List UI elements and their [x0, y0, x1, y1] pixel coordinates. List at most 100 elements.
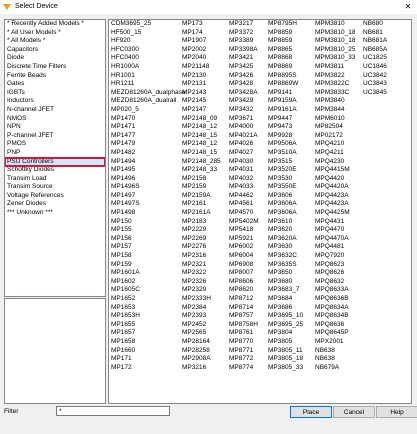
category-item[interactable]: IGBTs	[5, 89, 105, 98]
model-item[interactable]: MP3805_11	[268, 347, 303, 356]
model-item[interactable]: MP5418	[229, 226, 259, 235]
model-item[interactable]	[363, 166, 387, 175]
model-item[interactable]	[363, 158, 387, 167]
model-item[interactable]: MP28164	[182, 338, 221, 347]
model-item[interactable]: MP171	[111, 355, 185, 364]
model-item[interactable]: MP2147	[182, 106, 221, 115]
model-item[interactable]: MPQ4470A	[315, 235, 355, 244]
model-item[interactable]: MPM3810	[315, 20, 355, 29]
help-button[interactable]: Help	[376, 406, 417, 418]
model-item[interactable]: MPQ4210	[315, 140, 355, 149]
model-item[interactable]: HF920	[111, 37, 185, 46]
model-item[interactable]: NB638	[315, 355, 355, 364]
model-item[interactable]: MPM3810_25	[315, 46, 355, 55]
model-item[interactable]: MPQ4481	[315, 243, 355, 252]
model-item[interactable]: MP2145	[182, 97, 221, 106]
model-item[interactable]: MPQ4423A	[315, 200, 355, 209]
model-item[interactable]: MP4000	[229, 123, 259, 132]
model-item[interactable]: MP3804	[268, 329, 303, 338]
model-item[interactable]: MP8774	[229, 364, 259, 373]
model-item[interactable]: MP2565	[182, 329, 221, 338]
model-item[interactable]: MP3695_25	[268, 321, 303, 330]
model-item[interactable]	[363, 140, 387, 149]
model-item[interactable]	[363, 286, 387, 295]
model-item[interactable]: MP8714	[229, 304, 259, 313]
model-item[interactable]: MP2183	[182, 218, 221, 227]
model-item[interactable]: MP4021A	[229, 132, 259, 141]
model-item[interactable]: MP1495	[111, 166, 185, 175]
model-item[interactable]: MP3217	[229, 20, 259, 29]
model-item[interactable]: HR1211	[111, 80, 185, 89]
model-item[interactable]: MP8712	[229, 295, 259, 304]
model-item[interactable]: MP3530	[268, 175, 303, 184]
model-item[interactable]: MP3428A	[229, 89, 259, 98]
model-item[interactable]: MP1660	[111, 347, 185, 356]
model-item[interactable]: MP3635S	[268, 261, 303, 270]
model-item[interactable]	[363, 347, 387, 356]
model-item[interactable]: MPQ4415M	[315, 166, 355, 175]
category-item[interactable]: Transim Load	[5, 175, 105, 184]
model-item[interactable]: MP3389	[229, 37, 259, 46]
model-item[interactable]: MP2131	[182, 80, 221, 89]
model-item[interactable]: MP1497	[111, 192, 185, 201]
model-item[interactable]: MP2148_12	[182, 140, 221, 149]
model-item[interactable]: MP1907	[182, 37, 221, 46]
model-item[interactable]: MP8869W	[268, 80, 303, 89]
model-item[interactable]	[363, 312, 387, 321]
model-item[interactable]	[363, 200, 387, 209]
model-item[interactable]: MP2161A	[182, 209, 221, 218]
model-item[interactable]	[363, 252, 387, 261]
model-item[interactable]	[363, 192, 387, 201]
model-item[interactable]: MP2229	[182, 226, 221, 235]
model-item[interactable]: MP8606	[229, 278, 259, 287]
model-item[interactable]	[363, 243, 387, 252]
model-item[interactable]: NB680	[363, 20, 387, 29]
model-item[interactable]: MP1602	[111, 278, 185, 287]
model-item[interactable]: MP1496S	[111, 183, 185, 192]
model-item[interactable]: MPQ4420	[315, 175, 355, 184]
model-item[interactable]	[363, 304, 387, 313]
model-item[interactable]: MPQ4420A	[315, 183, 355, 192]
model-item[interactable]	[363, 97, 387, 106]
model-item[interactable]: MP4031	[229, 166, 259, 175]
model-item[interactable]: MP1653H	[111, 312, 185, 321]
model-item[interactable]	[363, 269, 387, 278]
model-item[interactable]: MP2143	[182, 89, 221, 98]
model-item[interactable]: MP8865	[268, 46, 303, 55]
category-item[interactable]: Schottky Diodes	[5, 166, 105, 175]
model-item[interactable]: MPM3822	[315, 72, 355, 81]
model-item[interactable]: MP3805_33	[268, 364, 303, 373]
model-item[interactable]: MP3630	[268, 243, 303, 252]
model-item[interactable]: MPM3840	[315, 97, 355, 106]
model-item[interactable]: MP2148_15	[182, 132, 221, 141]
model-item[interactable]: MP2159A	[182, 192, 221, 201]
model-item[interactable]: MP3429	[229, 97, 259, 106]
model-item[interactable]: MP157	[111, 243, 185, 252]
model-item[interactable]: MP3426	[229, 72, 259, 81]
model-item[interactable]	[363, 209, 387, 218]
model-item[interactable]: MPM3833C	[315, 89, 355, 98]
category-list[interactable]: * Recently Added Models * * All User Mode…	[4, 19, 106, 297]
model-item[interactable]: MP9447	[268, 115, 303, 124]
model-item[interactable]: MP020_5	[111, 106, 185, 115]
model-item[interactable]: MP3683_7	[268, 286, 303, 295]
model-item[interactable]: MP1658	[111, 338, 185, 347]
model-item[interactable]	[363, 295, 387, 304]
model-item[interactable]: MP8758H	[229, 321, 259, 330]
model-item[interactable]: MP3398A	[229, 46, 259, 55]
model-item[interactable]: NB638	[315, 347, 355, 356]
model-item[interactable]: MP3606A	[268, 209, 303, 218]
category-item[interactable]: PMOS	[5, 140, 105, 149]
model-item[interactable]: MEZD81260A_dualrail	[111, 97, 185, 106]
model-item[interactable]: MP4570	[229, 209, 259, 218]
model-item[interactable]: NB679A	[315, 364, 355, 373]
model-item[interactable]: MP6004	[229, 252, 259, 261]
model-item[interactable]	[363, 132, 387, 141]
model-item[interactable]: MP2159	[182, 183, 221, 192]
model-item[interactable]: MPM6010	[315, 115, 355, 124]
model-item[interactable]: MP9161A	[268, 106, 303, 115]
model-item[interactable]: MPQ8634B	[315, 312, 355, 321]
category-item[interactable]: Ferrite Beads	[5, 72, 105, 81]
model-item[interactable]: MP1471	[111, 123, 185, 132]
model-item[interactable]: MEZD81260A_dualphase	[111, 89, 185, 98]
